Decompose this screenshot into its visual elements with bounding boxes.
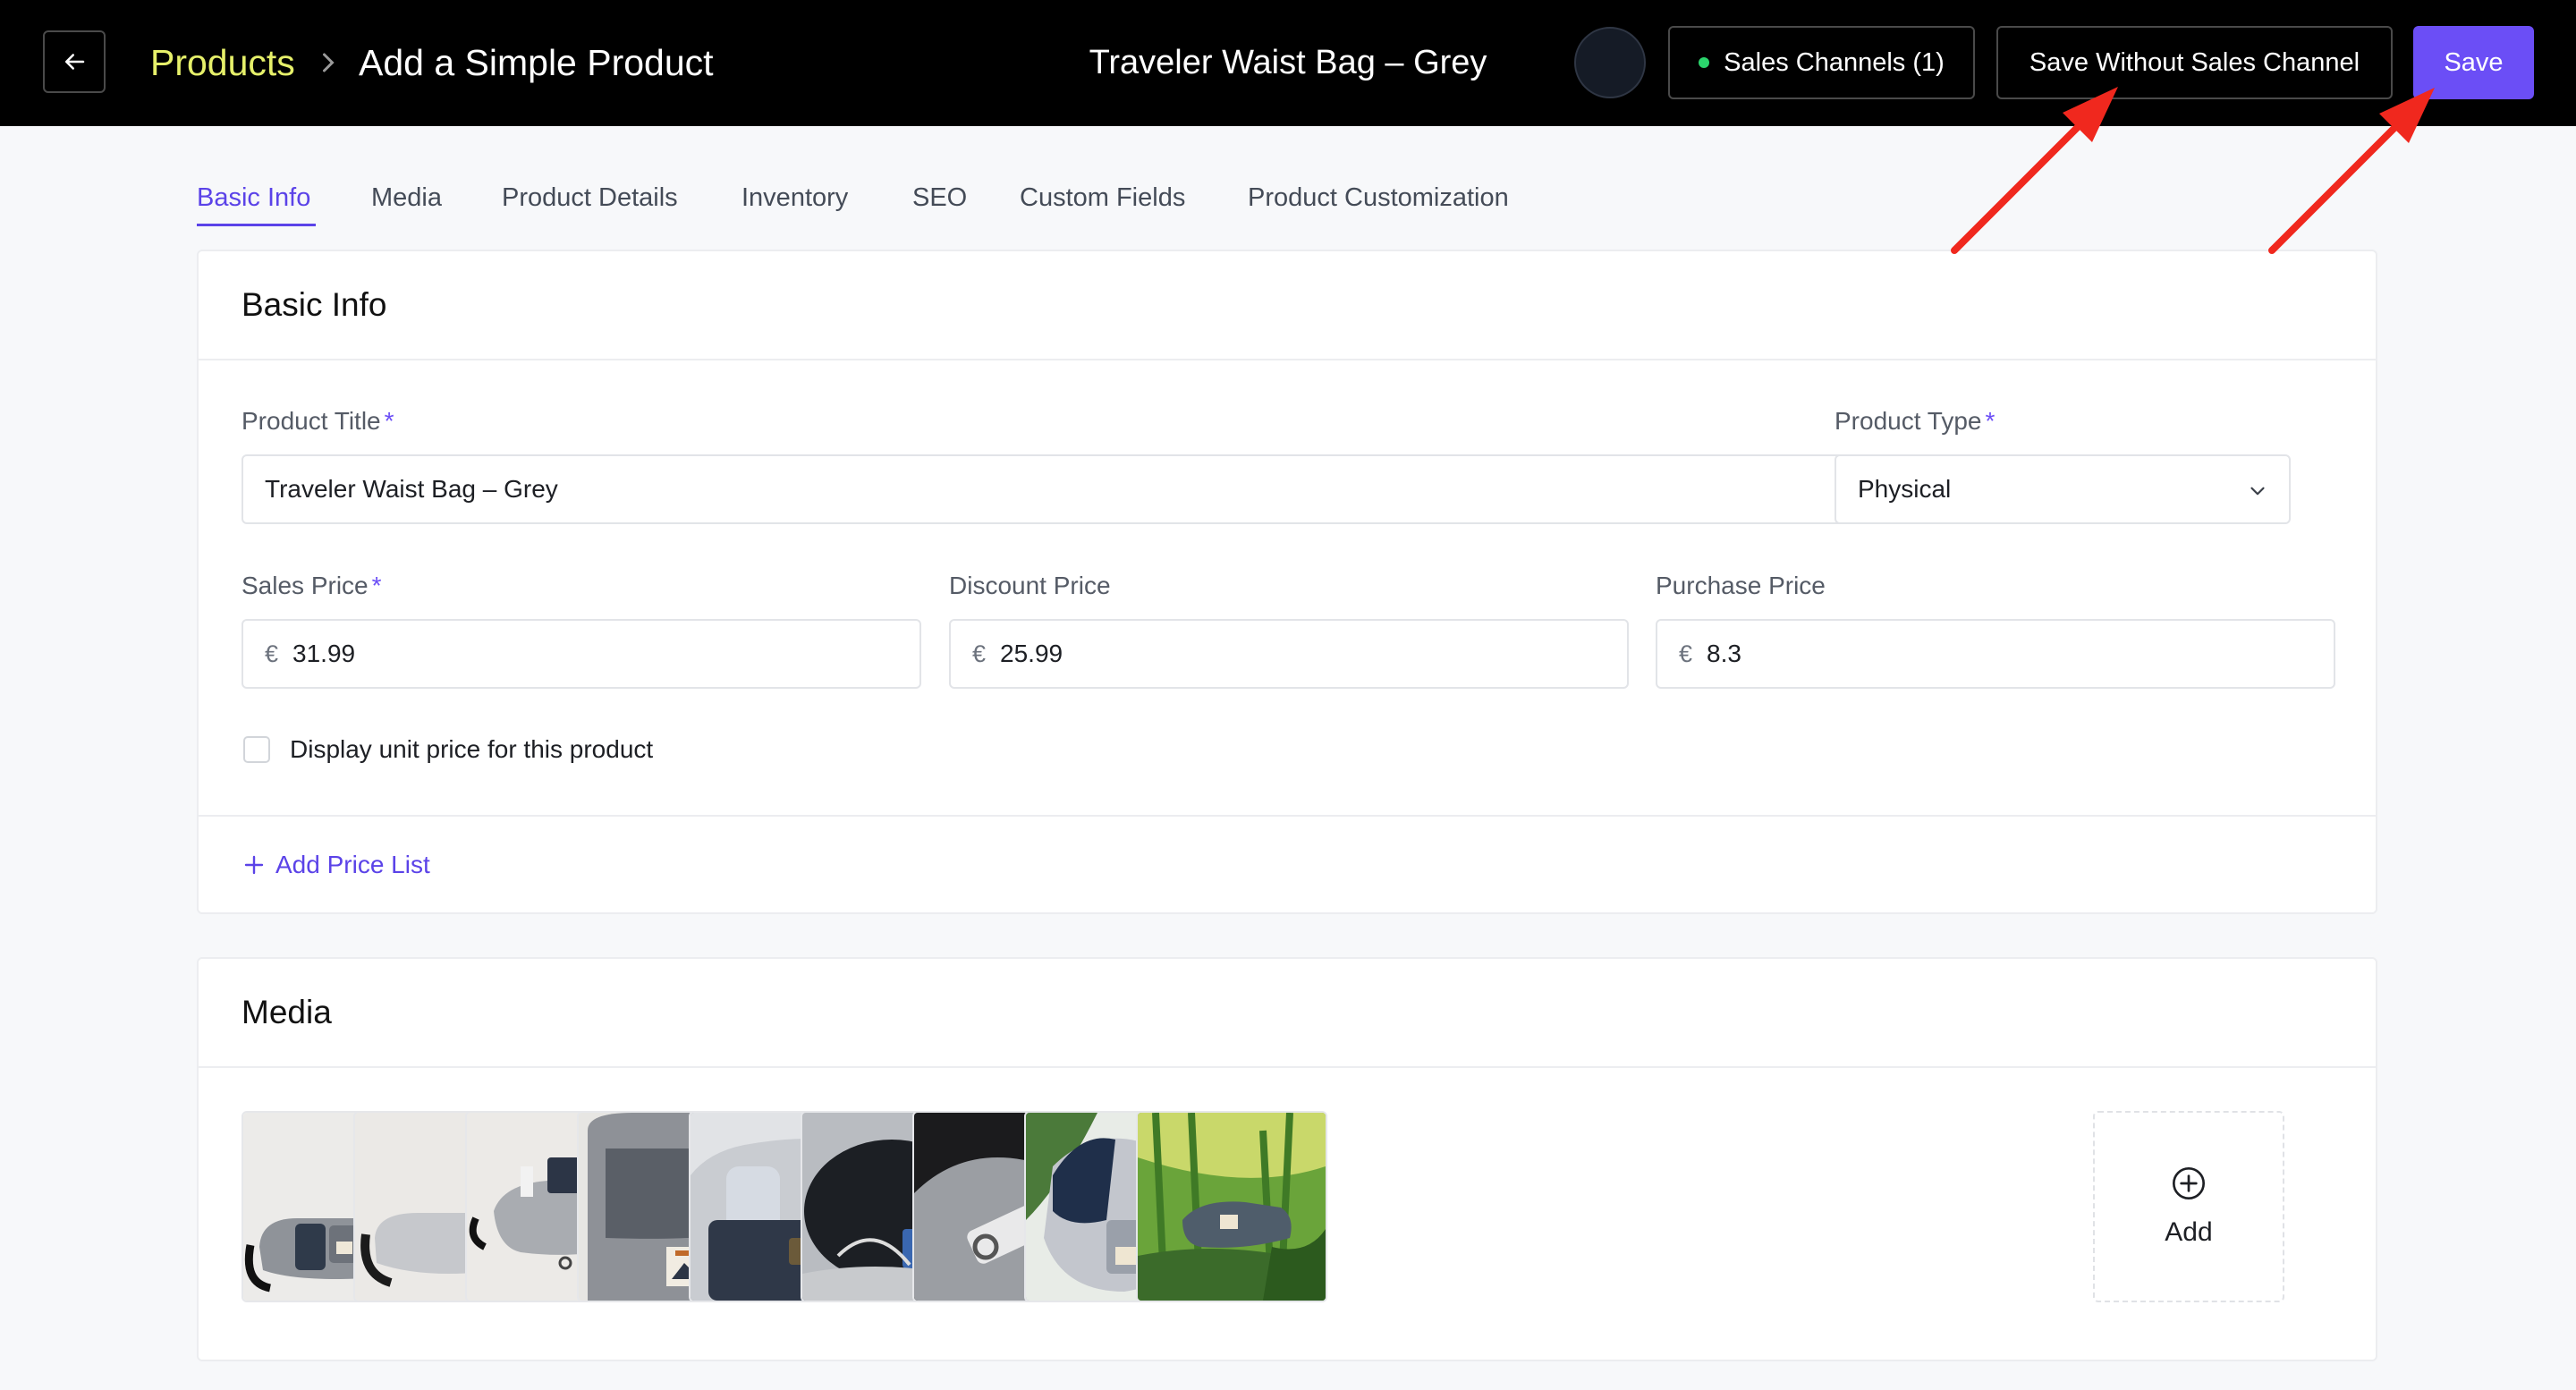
purchase-price-input[interactable]: € 8.3: [1656, 619, 2335, 689]
sales-channels-label: Sales Channels (1): [1724, 47, 1945, 77]
product-title-label: Product Title *: [242, 403, 394, 439]
basic-info-title: Basic Info: [242, 286, 387, 323]
tab-product-customization[interactable]: Product Customization: [1248, 179, 1509, 216]
euro-icon: €: [265, 640, 279, 667]
product-title-input[interactable]: Traveler Waist Bag – Grey: [242, 454, 2002, 524]
chevron-right-icon: [315, 43, 342, 82]
media-card: Media Add: [197, 957, 2377, 1361]
product-type-value: Physical: [1858, 475, 1952, 503]
tab-product-details[interactable]: Product Details: [502, 179, 678, 216]
page-title: Add a Simple Product: [359, 42, 714, 83]
tab-seo[interactable]: SEO: [912, 179, 967, 216]
purchase-price-label: Purchase Price: [1656, 572, 1826, 599]
sales-channels-button[interactable]: Sales Channels (1): [1668, 26, 1975, 99]
product-type-select[interactable]: Physical: [1835, 454, 2291, 524]
sales-price-label: Sales Price *: [242, 568, 382, 604]
status-dot-icon: [1699, 57, 1710, 68]
save-without-sales-channel-button[interactable]: Save Without Sales Channel: [1996, 26, 2393, 99]
purchase-price-value: 8.3: [1707, 640, 1741, 667]
arrow-left-icon: [65, 54, 85, 70]
tab-basic-info[interactable]: Basic Info: [197, 179, 310, 216]
discount-price-label: Discount Price: [949, 572, 1111, 599]
euro-icon: €: [1679, 640, 1693, 667]
basic-info-card: Basic Info Product Title * Traveler Waist…: [197, 250, 2377, 914]
plus-circle-icon: [2173, 1167, 2205, 1199]
unit-price-checkbox[interactable]: [243, 736, 270, 763]
product-title-label-text: Product Title: [242, 407, 381, 435]
plus-icon: [244, 855, 264, 875]
product-name-heading: Traveler Waist Bag – Grey: [1089, 44, 1487, 81]
add-media-button[interactable]: Add: [2093, 1111, 2284, 1302]
top-bar: Products Add a Simple Product Traveler W…: [0, 0, 2576, 126]
section-tabs: Basic Info Media Product Details Invento…: [0, 179, 2576, 233]
divider: [199, 359, 2376, 360]
save-button[interactable]: Save: [2413, 26, 2534, 99]
euro-icon: €: [972, 640, 987, 667]
required-marker: *: [384, 407, 394, 435]
chevron-down-icon: [2250, 487, 2265, 496]
unit-price-checkbox-label[interactable]: Display unit price for this product: [290, 732, 653, 767]
breadcrumb-products-link[interactable]: Products: [150, 39, 295, 86]
avatar[interactable]: [1574, 27, 1646, 98]
media-thumbnail[interactable]: [1136, 1111, 1327, 1302]
add-price-list-label: Add Price List: [275, 851, 430, 878]
discount-price-value: 25.99: [1000, 640, 1063, 667]
product-title-value: Traveler Waist Bag – Grey: [265, 475, 558, 503]
divider: [199, 815, 2376, 817]
sales-price-value: 31.99: [292, 640, 356, 667]
tab-custom-fields[interactable]: Custom Fields: [1020, 179, 1185, 216]
sales-price-input[interactable]: € 31.99: [242, 619, 921, 689]
media-title: Media: [242, 994, 332, 1030]
add-price-list-button[interactable]: Add Price List: [243, 847, 430, 883]
add-media-label: Add: [2165, 1217, 2213, 1247]
back-button[interactable]: [43, 30, 106, 93]
tab-media[interactable]: Media: [371, 179, 442, 216]
discount-price-input[interactable]: € 25.99: [949, 619, 1629, 689]
required-marker: *: [1985, 407, 1996, 435]
product-type-label: Product Type *: [1835, 403, 1995, 439]
product-type-label-text: Product Type: [1835, 407, 1982, 435]
divider: [199, 1066, 2376, 1068]
active-tab-indicator: [197, 224, 316, 226]
required-marker: *: [371, 572, 382, 599]
sales-price-label-text: Sales Price: [242, 572, 369, 599]
tab-inventory[interactable]: Inventory: [741, 179, 848, 216]
